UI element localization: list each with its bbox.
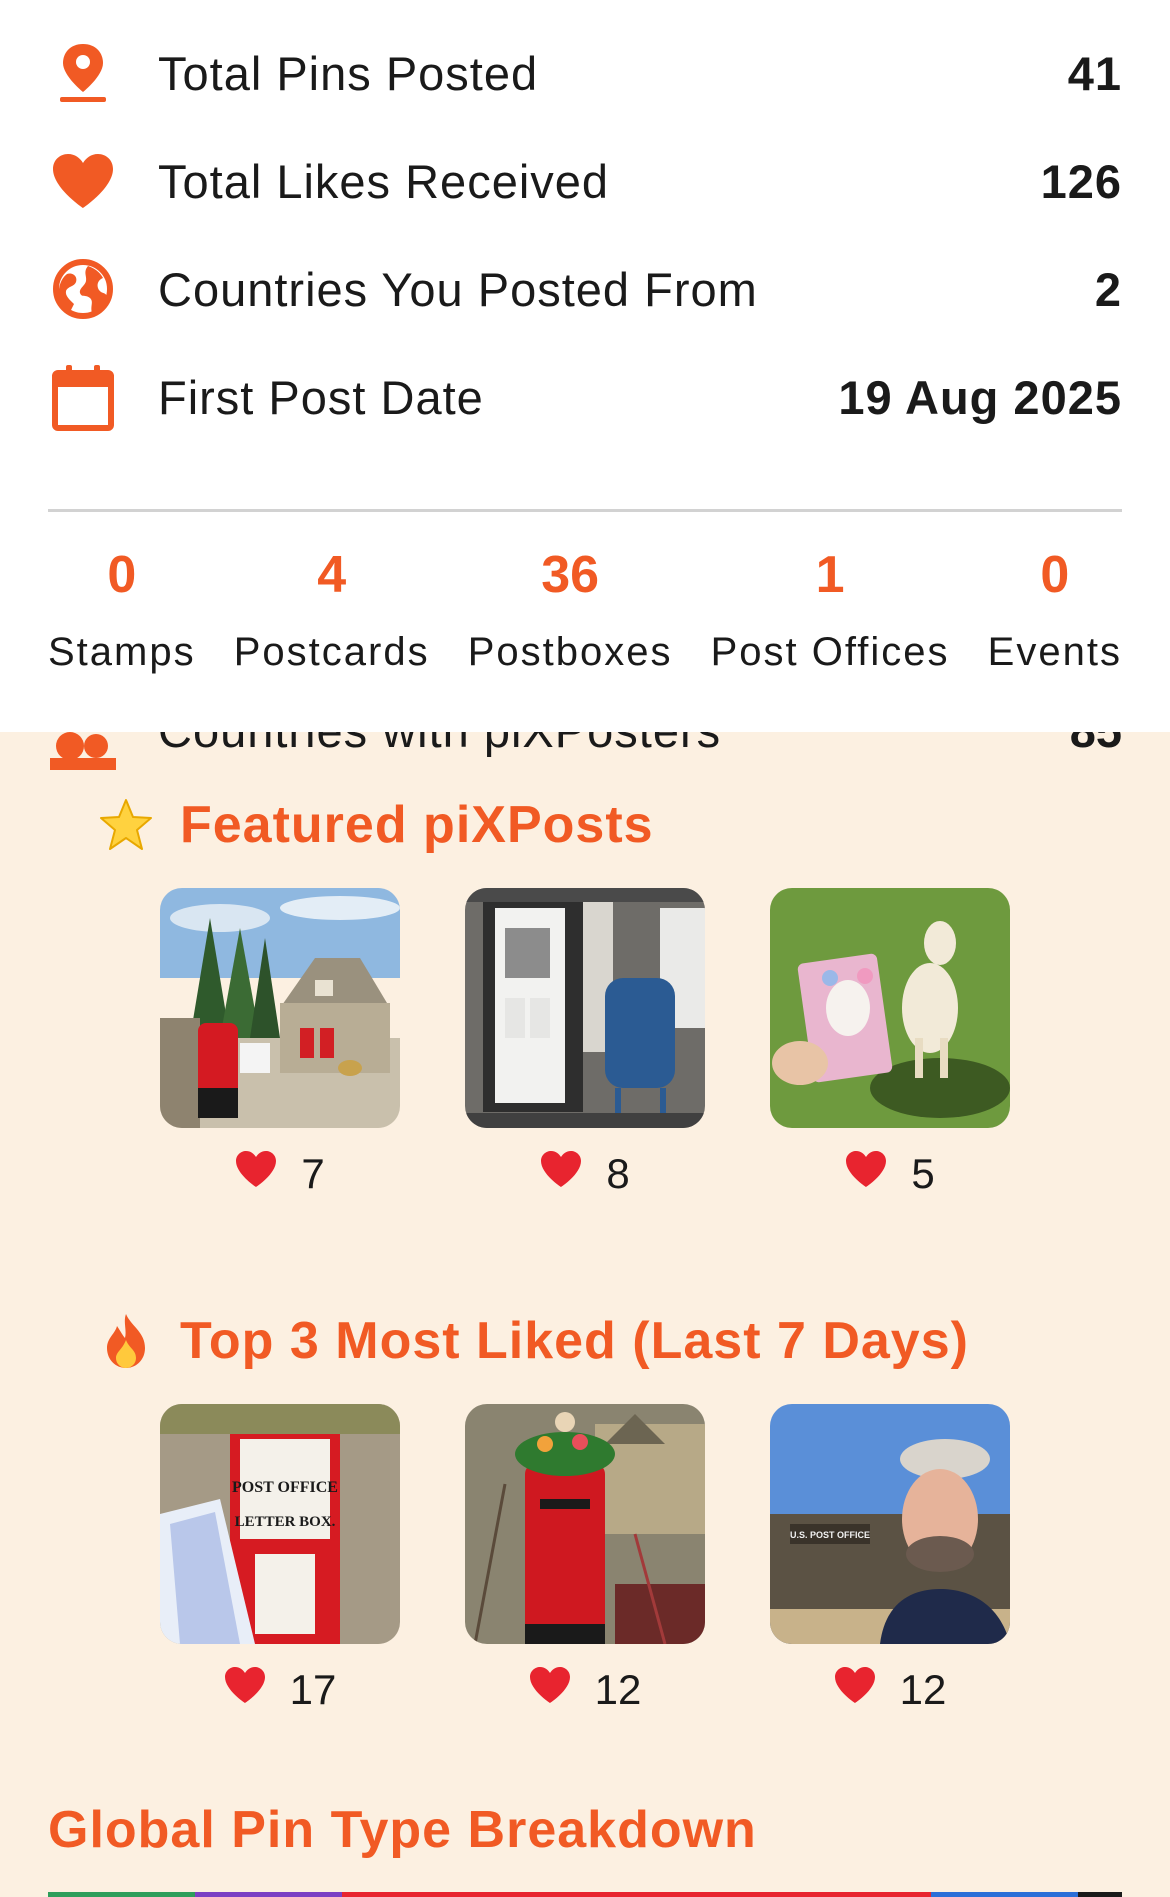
count-value: 0 [107,546,137,604]
breakdown-segment [195,1892,343,1897]
heart-icon [540,1150,582,1198]
section-title-text: Top 3 Most Liked (Last 7 Days) [180,1312,969,1370]
breakdown-section-title: Global Pin Type Breakdown [48,1795,757,1865]
like-count-value: 5 [911,1150,935,1197]
sign-text: POST OFFICE [232,1479,338,1496]
breakdown-segment [930,1892,1078,1897]
post-thumbnail[interactable]: POST OFFICE LETTER BOX. [160,1404,400,1644]
like-count: 12 [834,1666,947,1714]
section-title-text: Featured piXPosts [180,796,654,854]
count-label: Post Offices [710,630,950,674]
like-count: 5 [845,1150,935,1198]
featured-section-title: Featured piXPosts [96,790,654,860]
heart-icon [834,1666,876,1714]
stat-label: First Post Date [158,370,484,424]
count-postcards[interactable]: 4 Postcards [234,530,430,690]
top-liked-post-tile[interactable]: U.S. POST OFFICE 12 [770,1404,1010,1714]
count-postboxes[interactable]: 36 Postboxes [468,530,673,690]
count-label: Postcards [233,630,430,674]
count-stamps[interactable]: 0 Stamps [48,530,196,690]
stat-value: 19 Aug 2025 [838,370,1122,424]
like-count: 8 [540,1150,630,1198]
star-icon [96,795,156,855]
featured-post-tile[interactable]: 7 [160,888,400,1198]
stat-value: 41 [1067,46,1122,100]
stat-value: 2 [1094,262,1122,316]
stat-row-first-post: First Post Date 19 Aug 2025 [48,357,1122,437]
count-value: 36 [541,546,600,604]
section-title-text: Global Pin Type Breakdown [48,1801,757,1859]
heart-icon [529,1666,571,1714]
post-thumbnail[interactable] [465,888,705,1128]
pin-type-counts: 0 Stamps 4 Postcards 36 Postboxes 1 Post… [48,530,1122,690]
featured-post-tile[interactable]: 5 [770,888,1010,1198]
stat-row-countries: Countries You Posted From 2 [48,249,1122,329]
like-count-value: 12 [899,1666,947,1713]
heart-icon [224,1666,266,1714]
stats-card: Total Pins Posted 41 Total Likes Receive… [0,0,1170,732]
location-pin-icon [48,38,118,108]
post-thumbnail[interactable] [770,888,1010,1128]
top-liked-section-title: Top 3 Most Liked (Last 7 Days) [96,1306,969,1376]
breakdown-bar-preview [48,1892,1123,1897]
heart-icon [48,146,118,216]
divider [48,509,1122,512]
like-count-value: 8 [606,1150,630,1197]
post-thumbnail[interactable] [465,1404,705,1644]
count-label: Events [987,630,1122,674]
stat-label: Countries You Posted From [158,262,758,316]
stat-value: 126 [1040,154,1122,208]
count-value: 0 [1040,546,1070,604]
count-post-offices[interactable]: 1 Post Offices [711,530,950,690]
post-thumbnail[interactable] [160,888,400,1128]
like-count: 17 [224,1666,337,1714]
count-events[interactable]: 0 Events [988,530,1122,690]
top-liked-post-tile[interactable]: 12 [465,1404,705,1714]
stat-label: Total Likes Received [158,154,610,208]
stat-row-pins: Total Pins Posted 41 [48,33,1122,113]
featured-post-tile[interactable]: 8 [465,888,705,1198]
globe-icon [48,254,118,324]
count-value: 4 [317,546,347,604]
heart-icon [845,1150,887,1198]
count-label: Stamps [48,630,196,674]
like-count-value: 12 [594,1666,642,1713]
stat-row-likes: Total Likes Received 126 [48,141,1122,221]
count-label: Postboxes [467,630,673,674]
sign-text: U.S. POST OFFICE [790,1530,870,1540]
count-value: 1 [815,546,845,604]
fire-icon [96,1311,156,1371]
top-liked-grid: POST OFFICE LETTER BOX. 17 12 U.S. POST … [160,1404,1010,1714]
featured-posts-grid: 7 8 5 [160,888,1010,1198]
like-count: 7 [235,1150,325,1198]
top-liked-post-tile[interactable]: POST OFFICE LETTER BOX. 17 [160,1404,400,1714]
like-count: 12 [529,1666,642,1714]
heart-icon [235,1150,277,1198]
breakdown-segment [1077,1892,1123,1897]
like-count-value: 7 [301,1150,325,1197]
breakdown-segment [342,1892,931,1897]
like-count-value: 17 [289,1666,337,1713]
sign-text: LETTER BOX. [235,1514,336,1530]
stat-label: Total Pins Posted [158,46,539,100]
post-thumbnail[interactable]: U.S. POST OFFICE [770,1404,1010,1644]
calendar-icon [48,362,118,432]
breakdown-segment [48,1892,196,1897]
